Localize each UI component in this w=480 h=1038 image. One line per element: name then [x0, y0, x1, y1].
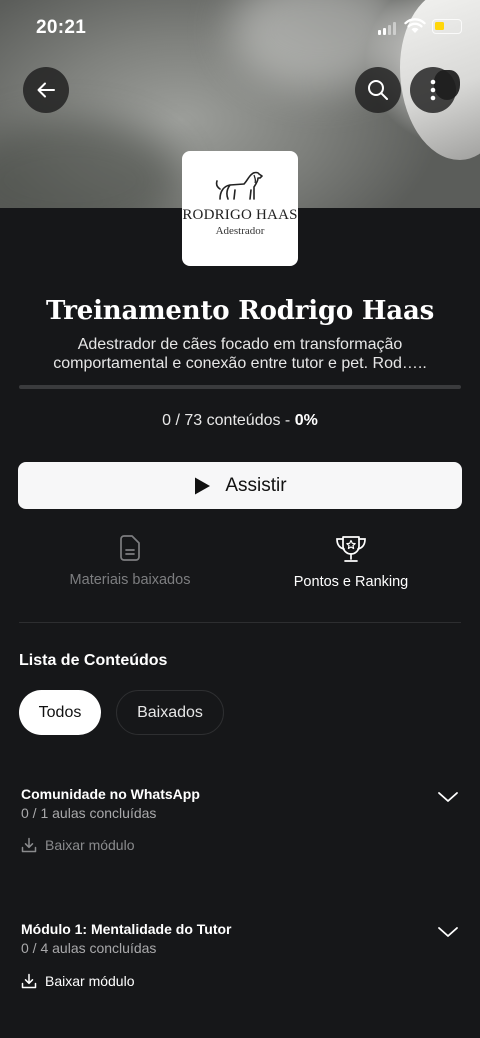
- download-icon: [21, 837, 37, 853]
- download-module-label: Baixar módulo: [45, 973, 135, 989]
- filter-all-label: Todos: [38, 703, 82, 721]
- module-progress: 0 / 1 aulas concluídas: [21, 805, 157, 821]
- more-options-button[interactable]: [410, 67, 456, 113]
- battery-icon: [432, 19, 462, 34]
- logo-name: RODRIGO HAAS: [182, 207, 298, 223]
- download-icon: [21, 973, 37, 989]
- module-progress: 0 / 4 aulas concluídas: [21, 940, 157, 956]
- module-item[interactable]: Comunidade no WhatsApp 0 / 1 aulas concl…: [21, 786, 461, 866]
- chevron-down-icon[interactable]: [437, 925, 459, 939]
- search-button[interactable]: [355, 67, 401, 113]
- trophy-icon: [336, 536, 366, 562]
- search-icon: [368, 80, 388, 100]
- more-vertical-icon: [430, 79, 436, 101]
- watch-button[interactable]: Assistir: [18, 462, 462, 509]
- download-module-button[interactable]: Baixar módulo: [21, 837, 135, 853]
- filter-downloaded-label: Baixados: [137, 703, 203, 721]
- downloaded-materials-button[interactable]: Materiais baixados: [10, 534, 250, 588]
- download-module-label: Baixar módulo: [45, 837, 135, 853]
- filter-all-chip[interactable]: Todos: [19, 690, 101, 735]
- content-list-title: Lista de Conteúdos: [19, 652, 168, 669]
- file-icon: [120, 535, 140, 561]
- course-title: Treinamento Rodrigo Haas: [45, 296, 435, 326]
- module-item[interactable]: Módulo 1: Mentalidade do Tutor 0 / 4 aul…: [21, 921, 461, 1001]
- logo-subtitle: Adestrador: [215, 225, 265, 237]
- arrow-left-icon: [37, 82, 55, 98]
- filter-downloaded-chip[interactable]: Baixados: [116, 690, 224, 735]
- chevron-down-icon[interactable]: [437, 790, 459, 804]
- description-line-1: Adestrador de cães focado em transformaç…: [77, 336, 403, 353]
- wifi-icon: [404, 18, 426, 33]
- status-bar: 20:21: [0, 0, 480, 56]
- module-name: Módulo 1: Mentalidade do Tutor: [21, 921, 232, 937]
- download-module-button[interactable]: Baixar módulo: [21, 973, 135, 989]
- module-name: Comunidade no WhatsApp: [21, 786, 200, 802]
- progress-percent: 0%: [294, 412, 318, 429]
- cellular-signal-icon: [378, 22, 396, 35]
- points-ranking-label: Pontos e Ranking: [293, 574, 409, 590]
- watch-button-label: Assistir: [225, 474, 287, 496]
- status-time: 20:21: [36, 17, 87, 38]
- points-ranking-button[interactable]: Pontos e Ranking: [231, 534, 471, 590]
- course-description[interactable]: Adestrador de cães focado em transformaç…: [30, 335, 450, 373]
- progress-count: 0 / 73 conteúdos -: [162, 412, 295, 429]
- course-progress-bar: [19, 385, 461, 389]
- section-divider: [19, 622, 461, 623]
- downloaded-materials-label: Materiais baixados: [69, 572, 191, 588]
- description-line-2: comportamental e conexão entre tutor e p…: [53, 355, 427, 372]
- course-logo: RODRIGO HAAS Adestrador: [182, 151, 298, 266]
- back-button[interactable]: [23, 67, 69, 113]
- course-progress-text: 0 / 73 conteúdos - 0%: [0, 412, 480, 430]
- play-icon: [195, 477, 211, 494]
- dog-logo-icon: [215, 171, 263, 200]
